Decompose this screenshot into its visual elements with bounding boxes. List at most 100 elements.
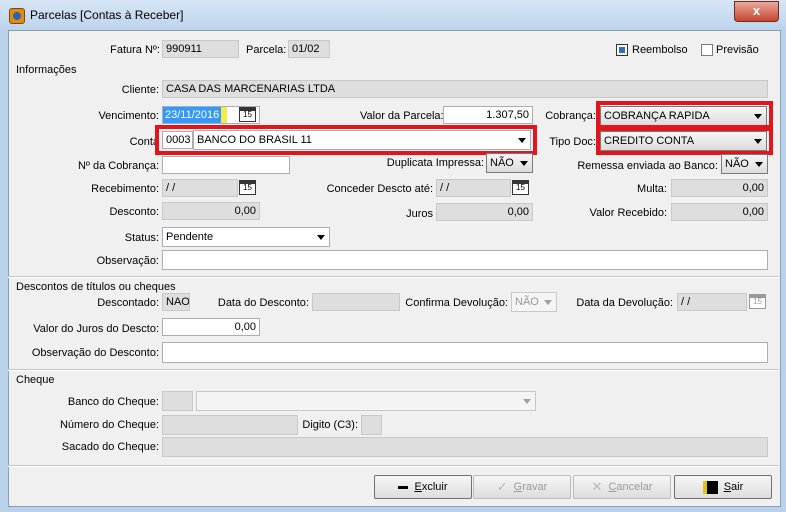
duplicata-select[interactable]: NÃO <box>486 153 533 173</box>
checkmark-icon: ✓ <box>496 479 508 495</box>
chevron-down-icon <box>755 162 763 167</box>
highlight-conta <box>155 125 537 155</box>
valor-juros-label: Valor do Juros do Descto: <box>33 323 159 335</box>
excluir-button[interactable]: Excluir <box>374 475 472 499</box>
num-cobranca-label: Nº da Cobrança: <box>77 160 159 172</box>
juros-field: 0,00 <box>436 203 533 221</box>
data-desconto-label: Data do Desconto: <box>217 297 309 309</box>
status-label: Status: <box>124 232 159 244</box>
divider <box>8 465 779 467</box>
duplicata-value: NÃO <box>490 157 514 169</box>
valor-recebido-label: Valor Recebido: <box>589 207 667 219</box>
data-desconto-field <box>312 293 400 311</box>
vencimento-calendar-icon[interactable]: 15 <box>239 107 256 122</box>
devolucao-calendar-icon[interactable]: 15 <box>749 294 766 309</box>
remessa-label: Remessa enviada ao Banco: <box>577 160 718 172</box>
chevron-down-icon <box>317 235 325 240</box>
app-icon <box>9 8 25 24</box>
recebimento-field[interactable]: / / <box>162 179 238 197</box>
data-devolucao-field: / / <box>677 293 747 311</box>
section-descontos: Descontos de títulos ou cheques <box>16 281 176 293</box>
valor-juros-field[interactable]: 0,00 <box>162 318 260 336</box>
previsao-label: Previsão <box>716 44 759 56</box>
sair-button[interactable]: Sair <box>674 475 772 499</box>
multa-label: Multa: <box>637 183 667 195</box>
reembolso-checkbox[interactable] <box>616 44 628 56</box>
num-cobranca-field[interactable] <box>162 156 290 174</box>
divider <box>8 276 779 278</box>
tipo-doc-label: Tipo Doc: <box>549 136 596 148</box>
confirma-value: NÃO <box>515 296 539 308</box>
section-cheque: Cheque <box>16 374 55 386</box>
conceder-label: Conceder Descto até: <box>326 183 433 195</box>
status-select[interactable]: Pendente <box>162 227 330 247</box>
section-informacoes: Informações <box>16 64 77 76</box>
confirma-label: Confirma Devolução: <box>405 297 508 309</box>
data-devolucao-label: Data da Devolução: <box>576 297 673 309</box>
recebimento-calendar-icon[interactable]: 15 <box>239 180 256 195</box>
close-button[interactable]: x <box>734 1 779 22</box>
remessa-value: NÃO <box>725 158 749 170</box>
sair-label: air <box>731 481 744 493</box>
minus-icon <box>398 485 409 489</box>
highlight-cobranca <box>596 101 773 129</box>
excluir-label: xcluir <box>421 481 448 493</box>
cancelar-label: ancelar <box>616 481 653 493</box>
reembolso-label: Reembolso <box>632 44 688 56</box>
parcela-label: Parcela: <box>246 44 287 56</box>
desconto-label: Desconto: <box>109 206 159 218</box>
highlight-tipo-doc <box>596 127 773 155</box>
juros-label: Juros <box>406 208 433 220</box>
observacao-field[interactable] <box>162 250 768 270</box>
cliente-field: CASA DAS MARCENARIAS LTDA <box>162 80 768 98</box>
observacao-label: Observação: <box>96 255 159 267</box>
parcela-field: 01/02 <box>288 40 330 58</box>
multa-field: 0,00 <box>671 179 768 197</box>
obs-desconto-field[interactable] <box>162 342 768 363</box>
conta-label: Conta <box>129 136 159 148</box>
status-value: Pendente <box>166 231 214 243</box>
fatura-label: Fatura Nº: <box>110 44 160 56</box>
fatura-field: 990911 <box>162 40 239 58</box>
duplicata-label: Duplicata Impressa: <box>386 157 484 169</box>
valor-parcela-label: Valor da Parcela: <box>360 110 444 122</box>
numero-cheque-label: Número do Cheque: <box>59 419 159 431</box>
excluir-accel: E <box>414 481 422 493</box>
valor-recebido-field: 0,00 <box>671 203 768 221</box>
descontado-label: Descontado: <box>97 297 159 309</box>
main-window: Parcelas [Contas à Receber] x Fatura Nº:… <box>0 0 786 512</box>
numero-cheque-field <box>162 415 298 435</box>
cliente-label: Cliente: <box>121 84 159 96</box>
sacado-cheque-field <box>162 437 768 457</box>
banco-cheque-select[interactable] <box>196 391 536 411</box>
digito-label: Digito (C3): <box>302 419 358 431</box>
desconto-field: 0,00 <box>162 202 260 220</box>
close-icon: ✕ <box>591 479 603 495</box>
remessa-select[interactable]: NÃO <box>721 154 768 174</box>
door-exit-icon <box>702 480 718 494</box>
sair-accel: S <box>723 481 732 493</box>
divider <box>8 369 779 371</box>
cobranca-label: Cobrança: <box>545 110 596 122</box>
chevron-down-icon <box>523 399 531 404</box>
conceder-field[interactable]: / / <box>436 179 511 197</box>
sacado-cheque-label: Sacado do Cheque: <box>61 441 159 453</box>
banco-cheque-code-field <box>162 391 193 411</box>
chevron-down-icon <box>544 300 552 305</box>
recebimento-label: Recebimento: <box>91 183 159 195</box>
confirma-select[interactable]: NÃO <box>511 292 557 312</box>
title-bar[interactable]: Parcelas [Contas à Receber] x <box>0 0 786 30</box>
gravar-label: ravar <box>522 481 548 493</box>
previsao-checkbox[interactable] <box>701 44 713 56</box>
obs-desconto-label: Observação do Desconto: <box>31 347 159 359</box>
digito-field <box>361 415 382 435</box>
banco-cheque-label: Banco do Cheque: <box>67 396 159 408</box>
window-title: Parcelas [Contas à Receber] <box>30 8 184 22</box>
gravar-button[interactable]: ✓ Gravar <box>473 475 571 499</box>
conceder-calendar-icon[interactable]: 15 <box>512 180 529 195</box>
vencimento-label: Vencimento: <box>98 110 159 122</box>
descontado-field: NAO <box>162 293 190 311</box>
chevron-down-icon <box>520 161 528 166</box>
cancelar-button[interactable]: ✕ Cancelar <box>573 475 671 499</box>
gravar-accel: G <box>513 481 523 493</box>
